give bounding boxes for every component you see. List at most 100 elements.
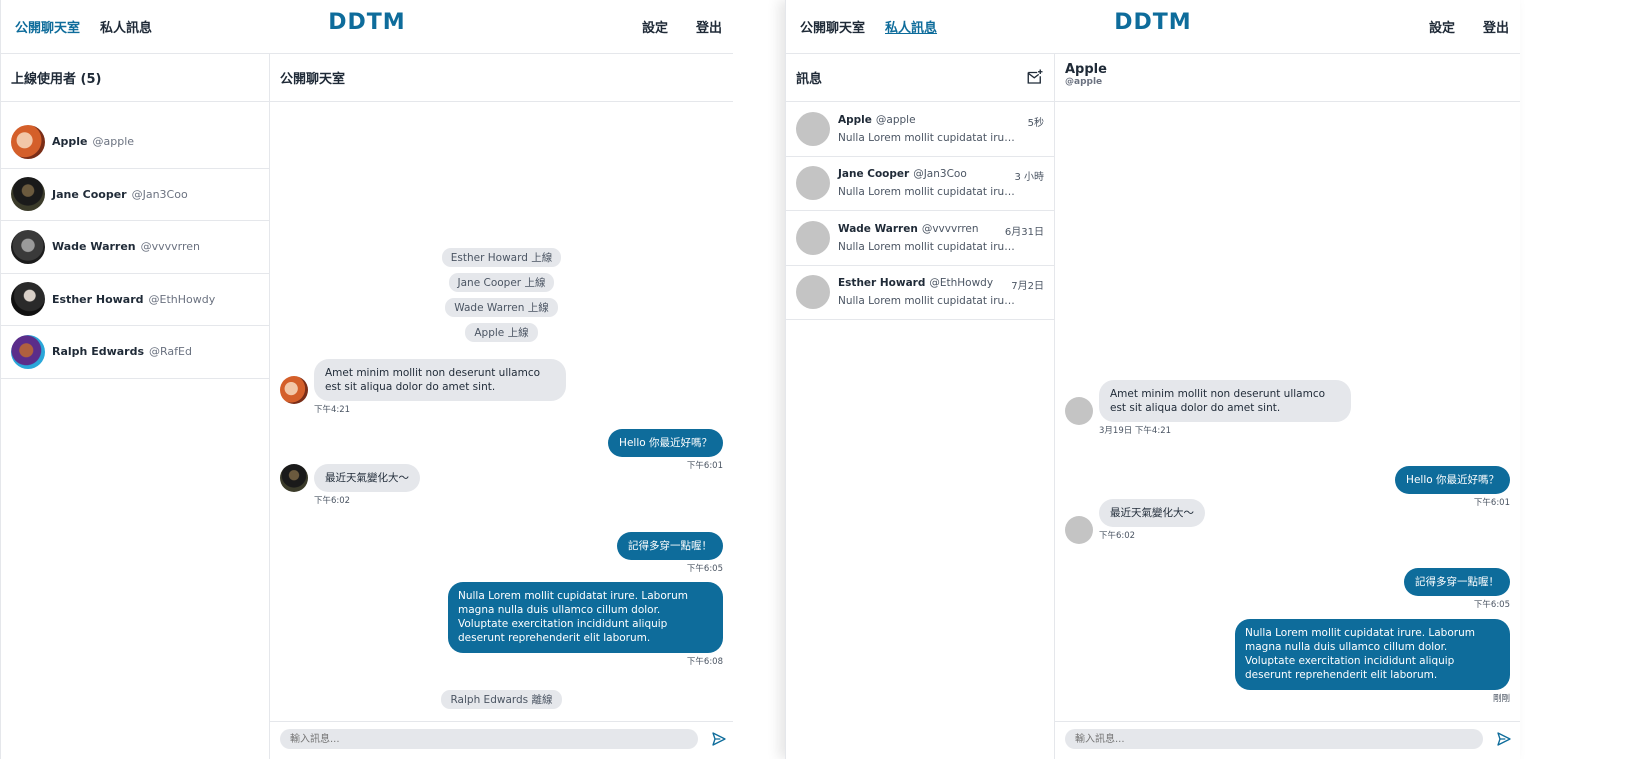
message-input[interactable] bbox=[1065, 729, 1483, 749]
message-time: 剛剛 bbox=[1492, 694, 1510, 704]
user-name: Ralph Edwards bbox=[52, 345, 145, 359]
conversation-handle: @Jan3Coo bbox=[913, 168, 967, 181]
conversation-name: Esther Howard bbox=[838, 277, 926, 290]
top-navbar: 公開聊天室 私人訊息 DDTM 設定 登出 bbox=[1, 0, 733, 54]
send-icon[interactable] bbox=[710, 731, 728, 747]
outgoing-message: Nulla Lorem mollit cupidatat irure. Labo… bbox=[448, 582, 723, 667]
message-input-bar bbox=[270, 721, 733, 759]
conversation-time: 6月31日 bbox=[1004, 226, 1044, 238]
nav-public-chat[interactable]: 公開聊天室 bbox=[15, 17, 80, 36]
online-users-panel: 上線使用者 (5) Apple @apple Jane Cooper @Jan3… bbox=[1, 54, 270, 759]
message-bubble: 最近天氣變化大～ bbox=[1099, 499, 1205, 527]
message-bubble: Amet minim mollit non deserunt ullamco e… bbox=[314, 359, 566, 401]
user-name: Esther Howard bbox=[52, 292, 144, 306]
user-name: Jane Cooper bbox=[52, 187, 127, 201]
conversation-preview: Nulla Lorem mollit cupidatat irure.... bbox=[838, 186, 1018, 199]
message-time: 下午6:08 bbox=[686, 657, 723, 667]
nav-logout[interactable]: 登出 bbox=[696, 17, 722, 36]
message-list[interactable]: Esther Howard 上線 Jane Cooper 上線 Wade War… bbox=[270, 102, 733, 721]
user-name: Apple bbox=[52, 135, 88, 149]
outgoing-message: Hello 你最近好嗎？ 下午6:01 bbox=[608, 429, 723, 471]
send-icon[interactable] bbox=[1495, 731, 1513, 747]
incoming-message: 最近天氣變化大～ 下午6:02 bbox=[1065, 499, 1205, 544]
conversation-handle: @vvvvrren bbox=[921, 222, 979, 235]
top-navbar: 公開聊天室 私人訊息 DDTM 設定 登出 bbox=[786, 0, 1520, 54]
avatar bbox=[11, 282, 45, 317]
online-user-row[interactable]: Esther Howard @EthHowdy bbox=[1, 274, 269, 326]
user-handle: @apple bbox=[92, 135, 135, 149]
online-user-row[interactable]: Wade Warren @vvvvrren bbox=[1, 221, 269, 274]
message-input[interactable] bbox=[280, 729, 698, 749]
message-time: 下午6:05 bbox=[1473, 600, 1510, 610]
system-notice: Apple 上線 bbox=[270, 321, 733, 342]
system-notice: Ralph Edwards 離線 bbox=[270, 688, 733, 709]
chat-partner-handle: @apple bbox=[1065, 77, 1103, 87]
window-gap bbox=[733, 0, 785, 759]
avatar bbox=[1065, 397, 1093, 425]
conversation-handle: @apple bbox=[875, 113, 916, 126]
outgoing-message: Hello 你最近好嗎？ 下午6:01 bbox=[1395, 466, 1510, 508]
avatar bbox=[796, 275, 830, 310]
online-user-row[interactable]: Jane Cooper @Jan3Coo bbox=[1, 169, 269, 221]
message-time: 下午6:02 bbox=[1099, 531, 1136, 541]
nav-logout[interactable]: 登出 bbox=[1483, 17, 1509, 36]
avatar bbox=[796, 166, 830, 201]
avatar bbox=[11, 124, 45, 159]
nav-settings[interactable]: 設定 bbox=[1429, 17, 1455, 36]
message-time: 下午4:21 bbox=[314, 405, 351, 415]
incoming-message: Amet minim mollit non deserunt ullamco e… bbox=[1065, 380, 1351, 436]
nav-public-chat[interactable]: 公開聊天室 bbox=[800, 17, 865, 36]
conversations-panel: 訊息 Apple @apple 5秒 Nulla Lorem mollit cupi… bbox=[786, 54, 1055, 759]
private-chat-header: Apple @apple bbox=[1055, 54, 1520, 102]
online-users-title: 上線使用者 (5) bbox=[1, 54, 269, 102]
private-chat-panel: Apple @apple Amet minim mollit non deser… bbox=[1055, 54, 1520, 759]
message-time: 3月19日 下午4:21 bbox=[1099, 426, 1172, 436]
incoming-message: Amet minim mollit non deserunt ullamco e… bbox=[280, 359, 566, 415]
conversation-preview: Nulla Lorem mollit cupidatat irure.... bbox=[838, 240, 1018, 253]
avatar bbox=[1065, 516, 1093, 544]
chat-partner-name: Apple bbox=[1065, 62, 1107, 77]
conversation-item[interactable]: Jane Cooper @Jan3Coo 3 小時 Nulla Lorem moll… bbox=[786, 157, 1054, 211]
compose-message-icon[interactable] bbox=[1026, 68, 1044, 86]
avatar bbox=[280, 376, 308, 404]
online-user-row[interactable]: Ralph Edwards @RafEd bbox=[1, 326, 269, 379]
outgoing-message: Nulla Lorem mollit cupidatat irure. Labo… bbox=[1235, 619, 1510, 704]
outgoing-message: 記得多穿一點喔！ 下午6:05 bbox=[617, 532, 723, 574]
message-bubble: Hello 你最近好嗎？ bbox=[1395, 466, 1510, 494]
conversations-header: 訊息 bbox=[786, 54, 1054, 102]
avatar bbox=[11, 334, 45, 369]
conversation-preview: Nulla Lorem mollit cupidatat irure.... bbox=[838, 131, 1018, 144]
message-bubble: Nulla Lorem mollit cupidatat irure. Labo… bbox=[448, 582, 723, 653]
conversations-title: 訊息 bbox=[796, 72, 823, 87]
system-notice: Esther Howard 上線 bbox=[270, 246, 733, 267]
nav-settings[interactable]: 設定 bbox=[642, 17, 668, 36]
conversation-item[interactable]: Wade Warren @vvvvrren 6月31日 Nulla Lorem mo… bbox=[786, 211, 1054, 266]
conversation-preview: Nulla Lorem mollit cupidatat irure.... bbox=[838, 295, 1018, 308]
message-time: 下午6:01 bbox=[686, 461, 723, 471]
nav-private-messages[interactable]: 私人訊息 bbox=[100, 17, 152, 36]
conversation-time: 3 小時 bbox=[1014, 172, 1044, 184]
nav-private-messages[interactable]: 私人訊息 bbox=[885, 17, 937, 36]
chat-title: 公開聊天室 bbox=[270, 54, 733, 102]
message-time: 下午6:05 bbox=[686, 564, 723, 574]
conversation-item[interactable]: Apple @apple 5秒 Nulla Lorem mollit cupidat… bbox=[786, 102, 1054, 157]
conversation-item[interactable]: Esther Howard @EthHowdy 7月2日 Nulla Lorem m… bbox=[786, 266, 1054, 320]
avatar bbox=[796, 111, 830, 146]
online-user-row[interactable]: Apple @apple bbox=[1, 116, 269, 169]
avatar bbox=[11, 177, 45, 212]
conversation-name: Wade Warren bbox=[838, 222, 918, 235]
message-bubble: Amet minim mollit non deserunt ullamco e… bbox=[1099, 380, 1351, 422]
system-notice: Wade Warren 上線 bbox=[270, 296, 733, 317]
message-bubble: 記得多穿一點喔！ bbox=[617, 532, 723, 560]
avatar bbox=[796, 220, 830, 255]
outgoing-message: 記得多穿一點喔！ 下午6:05 bbox=[1404, 568, 1510, 610]
conversation-name: Jane Cooper bbox=[838, 168, 910, 181]
message-input-bar bbox=[1055, 721, 1520, 759]
message-bubble: Nulla Lorem mollit cupidatat irure. Labo… bbox=[1235, 619, 1510, 690]
message-bubble: 記得多穿一點喔！ bbox=[1404, 568, 1510, 596]
incoming-message: 最近天氣變化大～ 下午6:02 bbox=[280, 464, 420, 506]
message-list[interactable]: Amet minim mollit non deserunt ullamco e… bbox=[1055, 102, 1520, 721]
user-handle: @Jan3Coo bbox=[131, 187, 188, 201]
user-name: Wade Warren bbox=[52, 240, 136, 254]
public-chat-panel: 公開聊天室 Esther Howard 上線 Jane Cooper 上線 Wa… bbox=[270, 54, 733, 759]
